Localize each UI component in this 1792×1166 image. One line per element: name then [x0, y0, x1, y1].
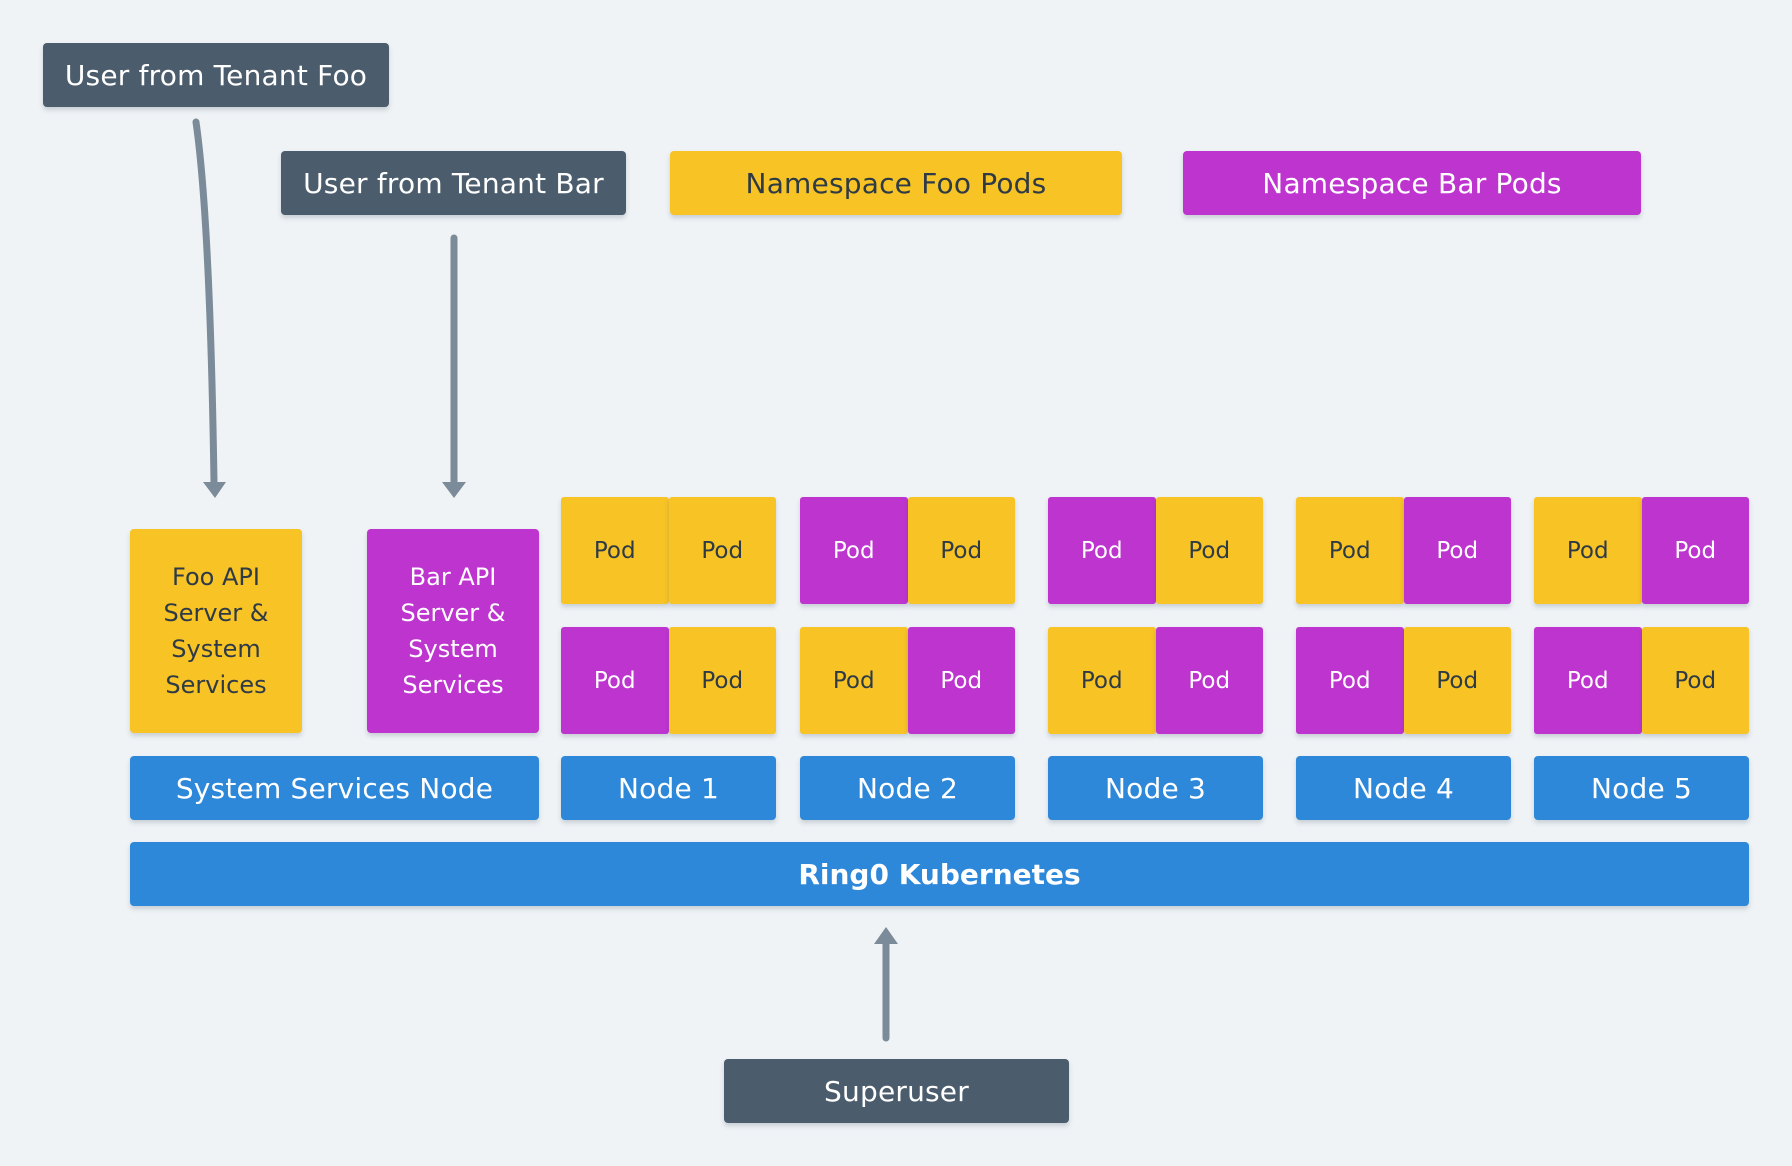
node-label: Node 2	[857, 771, 958, 805]
foo-api-line: Services	[165, 671, 267, 699]
foo-api-line: System	[171, 635, 261, 663]
pod-label: Pod	[593, 667, 636, 694]
pod-label: Pod	[1566, 667, 1609, 694]
pod-foo: Pod	[1641, 627, 1749, 734]
pod-label: Pod	[701, 537, 744, 564]
tenant-foo-arrowhead	[203, 482, 226, 498]
legend-namespace-foo-label: Namespace Foo Pods	[745, 166, 1047, 200]
pod-label: Pod	[832, 537, 875, 564]
tenant-bar-user: User from Tenant Bar	[281, 151, 626, 215]
pod-bar: Pod	[1048, 497, 1156, 604]
system-services-node-label: System Services Node	[175, 771, 494, 805]
superuser: Superuser	[724, 1059, 1069, 1123]
pod-bar: Pod	[800, 497, 908, 604]
pod-bar: Pod	[1534, 627, 1642, 734]
pod-label: Pod	[1080, 667, 1123, 694]
node-4: Node 4	[1296, 756, 1511, 820]
pod-foo: Pod	[1048, 627, 1156, 734]
pod-label: Pod	[701, 667, 744, 694]
pod-label: Pod	[1328, 667, 1371, 694]
foo-api-line: Foo API	[172, 563, 260, 591]
node-3: Node 3	[1048, 756, 1263, 820]
tenant-bar-arrowhead	[442, 482, 466, 498]
bar-api-line: Bar API	[409, 563, 497, 591]
pod-label: Pod	[593, 537, 636, 564]
legend-namespace-bar-label: Namespace Bar Pods	[1262, 166, 1562, 200]
pod-foo: Pod	[1534, 497, 1642, 604]
pod-foo: Pod	[561, 497, 669, 604]
pod-foo: Pod	[668, 497, 776, 604]
node-1: Node 1	[561, 756, 776, 820]
bar-api-line: Services	[402, 671, 504, 699]
bar-api-server: Bar API Server & System Services	[367, 529, 539, 733]
pod-label: Pod	[1188, 667, 1231, 694]
pod-label: Pod	[1436, 537, 1479, 564]
pod-label: Pod	[940, 537, 983, 564]
ring0-kubernetes-cluster: Ring0 Kubernetes	[130, 842, 1749, 906]
pod-label: Pod	[1436, 667, 1479, 694]
pod-foo: Pod	[1155, 497, 1263, 604]
pod-foo: Pod	[1403, 627, 1511, 734]
pod-bar: Pod	[907, 627, 1015, 734]
tenant-bar-user-label: User from Tenant Bar	[303, 166, 604, 200]
superuser-label: Superuser	[824, 1074, 969, 1108]
tenant-foo-user-label: User from Tenant Foo	[64, 58, 368, 92]
node-label: Node 5	[1591, 771, 1692, 805]
pod-label: Pod	[1188, 537, 1231, 564]
node-2: Node 2	[800, 756, 1015, 820]
pod-foo: Pod	[907, 497, 1015, 604]
pod-label: Pod	[832, 667, 875, 694]
bar-api-line: System	[408, 635, 498, 663]
pod-label: Pod	[1674, 667, 1717, 694]
pod-label: Pod	[1328, 537, 1371, 564]
node-label: Node 3	[1105, 771, 1206, 805]
pod-bar: Pod	[1641, 497, 1749, 604]
foo-api-line: Server &	[163, 599, 269, 627]
node-label: Node 1	[618, 771, 719, 805]
pod-label: Pod	[940, 667, 983, 694]
pod-foo: Pod	[1296, 497, 1404, 604]
pod-label: Pod	[1566, 537, 1609, 564]
pod-bar: Pod	[1155, 627, 1263, 734]
legend-namespace-bar: Namespace Bar Pods	[1183, 151, 1641, 215]
pod-foo: Pod	[800, 627, 908, 734]
superuser-arrowhead	[874, 927, 898, 944]
pod-bar: Pod	[1296, 627, 1404, 734]
tenant-foo-user: User from Tenant Foo	[43, 43, 389, 107]
ring0-kubernetes-label: Ring0 Kubernetes	[798, 857, 1081, 891]
pod-bar: Pod	[1403, 497, 1511, 604]
pod-foo: Pod	[668, 627, 776, 734]
pod-label: Pod	[1674, 537, 1717, 564]
foo-api-server: Foo API Server & System Services	[130, 529, 302, 733]
bar-api-line: Server &	[400, 599, 506, 627]
system-services-node: System Services Node	[130, 756, 539, 820]
pod-label: Pod	[1080, 537, 1123, 564]
node-5: Node 5	[1534, 756, 1749, 820]
pod-bar: Pod	[561, 627, 669, 734]
tenant-foo-arrow	[192, 118, 218, 486]
legend-namespace-foo: Namespace Foo Pods	[670, 151, 1122, 215]
node-label: Node 4	[1353, 771, 1454, 805]
